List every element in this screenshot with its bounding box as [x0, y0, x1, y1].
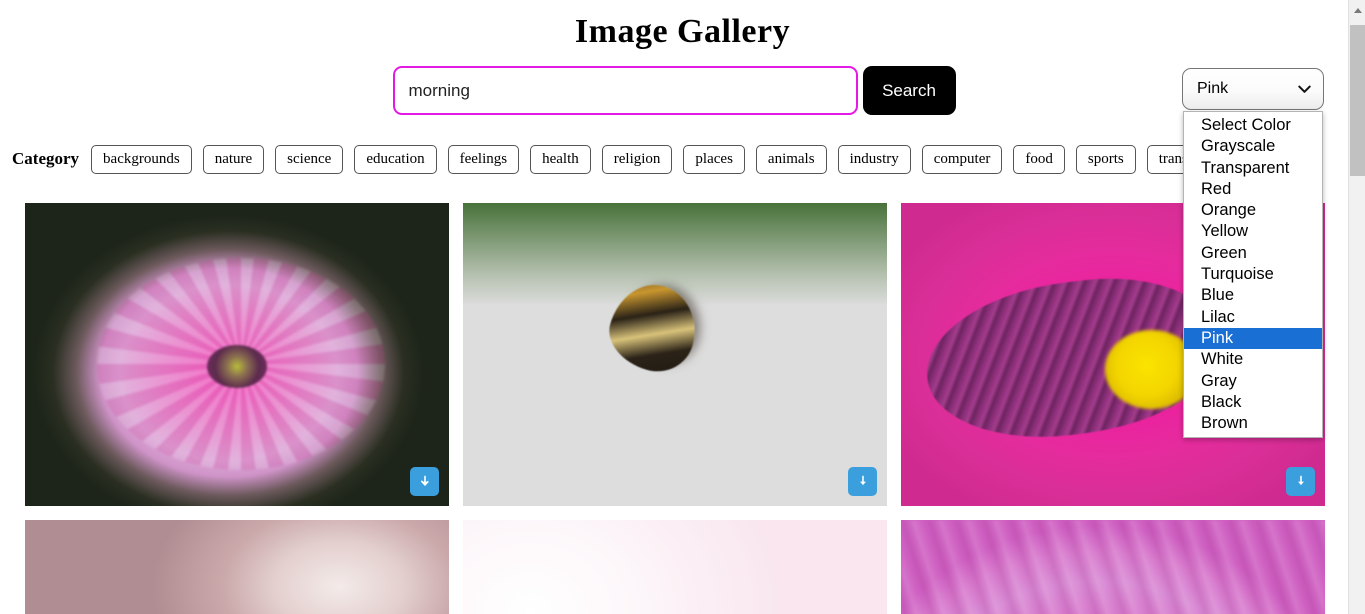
gallery-card[interactable]	[25, 520, 449, 614]
chevron-down-icon	[1298, 83, 1311, 96]
category-filter-row: Category backgrounds nature science educ…	[12, 142, 1342, 176]
search-button[interactable]: Search	[862, 66, 956, 115]
category-chip-computer[interactable]: computer	[921, 144, 1003, 174]
color-option-white[interactable]: White	[1184, 349, 1322, 370]
category-chip-food[interactable]: food	[1013, 144, 1065, 174]
category-chip-health[interactable]: health	[530, 144, 591, 174]
category-chip-animals[interactable]: animals	[755, 144, 827, 174]
color-option-orange[interactable]: Orange	[1184, 200, 1322, 221]
vertical-scrollbar[interactable]	[1348, 0, 1365, 614]
color-option-turquoise[interactable]: Turquoise	[1184, 264, 1322, 285]
gallery-image	[25, 520, 449, 614]
gallery-image	[901, 520, 1325, 614]
color-filter-select[interactable]: Pink Select Color Grayscale Transparent …	[1182, 68, 1324, 439]
gallery-image	[25, 203, 449, 506]
category-chip-science[interactable]: science	[275, 144, 344, 174]
category-chip-education[interactable]: education	[354, 144, 437, 174]
category-chip-places[interactable]: places	[683, 144, 745, 174]
gallery-card[interactable]	[901, 520, 1325, 614]
color-option-gray[interactable]: Gray	[1184, 371, 1322, 392]
color-option-select-color[interactable]: Select Color	[1184, 115, 1322, 136]
color-option-brown[interactable]: Brown	[1184, 413, 1322, 434]
download-icon[interactable]	[1286, 467, 1315, 496]
color-option-lilac[interactable]: Lilac	[1184, 307, 1322, 328]
gallery-card[interactable]	[463, 520, 887, 614]
scroll-up-arrow-icon[interactable]	[1349, 3, 1365, 17]
download-icon[interactable]	[848, 467, 877, 496]
color-option-black[interactable]: Black	[1184, 392, 1322, 413]
search-bar: Search	[0, 66, 1348, 115]
color-select-box[interactable]: Pink	[1182, 68, 1324, 110]
search-input[interactable]	[392, 66, 858, 115]
color-option-green[interactable]: Green	[1184, 243, 1322, 264]
category-chip-religion[interactable]: religion	[601, 144, 673, 174]
category-chip-feelings[interactable]: feelings	[447, 144, 520, 174]
category-chip-industry[interactable]: industry	[837, 144, 911, 174]
scrollbar-thumb[interactable]	[1350, 25, 1365, 176]
category-chip-sports[interactable]: sports	[1075, 144, 1136, 174]
page-root: Image Gallery Search Category background…	[0, 0, 1365, 614]
color-option-pink[interactable]: Pink	[1184, 327, 1322, 350]
color-select-value: Pink	[1197, 80, 1229, 97]
download-icon[interactable]	[410, 467, 439, 496]
image-gallery-grid	[25, 203, 1325, 614]
gallery-image	[463, 520, 887, 614]
gallery-image	[463, 203, 887, 506]
page-title: Image Gallery	[574, 13, 791, 50]
color-select-dropdown-list[interactable]: Select Color Grayscale Transparent Red O…	[1183, 111, 1323, 439]
gallery-card[interactable]	[25, 203, 449, 506]
color-option-grayscale[interactable]: Grayscale	[1184, 136, 1322, 157]
category-chip-backgrounds[interactable]: backgrounds	[91, 144, 192, 174]
color-option-yellow[interactable]: Yellow	[1184, 221, 1322, 242]
color-option-red[interactable]: Red	[1184, 179, 1322, 200]
gallery-card[interactable]	[463, 203, 887, 506]
color-option-blue[interactable]: Blue	[1184, 285, 1322, 306]
category-label: Category	[12, 149, 80, 168]
color-option-transparent[interactable]: Transparent	[1184, 158, 1322, 179]
category-chip-nature[interactable]: nature	[202, 144, 265, 174]
